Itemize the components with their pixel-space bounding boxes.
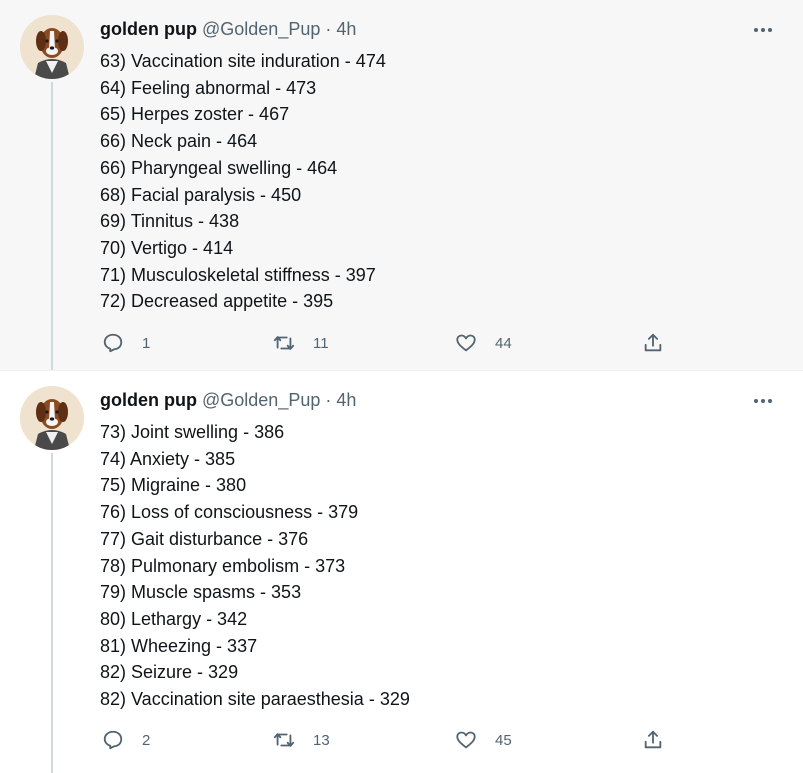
list-item: 81) Wheezing - 337 bbox=[100, 635, 258, 656]
reply-button[interactable]: 1 bbox=[102, 330, 150, 356]
heart-icon bbox=[456, 731, 476, 749]
list-item: 80) Lethargy - 342 bbox=[100, 608, 248, 629]
retweet-count: 13 bbox=[313, 731, 330, 749]
list-item: 73) Joint swelling - 386 bbox=[100, 422, 285, 442]
list-item: 79) Muscle spasms - 353 bbox=[100, 582, 302, 603]
heart-icon bbox=[456, 334, 476, 352]
display-name[interactable]: golden pup bbox=[100, 390, 197, 410]
avatar[interactable] bbox=[20, 15, 84, 79]
list-item: 75) Migraine - 380 bbox=[100, 475, 247, 496]
list-item: 64) Feeling abnormal - 473 bbox=[100, 77, 317, 98]
like-count: 45 bbox=[495, 731, 512, 749]
list-item: 68) Facial paralysis - 450 bbox=[100, 184, 302, 205]
reply-count: 1 bbox=[142, 334, 151, 352]
reply-icon bbox=[103, 730, 123, 750]
list-item: 65) Herpes zoster - 467 bbox=[100, 104, 290, 125]
tweet[interactable]: golden pup @Golden_Pup · 4h 63) Vaccinat… bbox=[0, 0, 803, 370]
list-item: 78) Pulmonary embolism - 373 bbox=[100, 555, 346, 576]
action-bar: 1 11 44 bbox=[100, 330, 680, 356]
retweet-button[interactable]: 11 bbox=[273, 330, 329, 356]
action-bar: 2 13 45 bbox=[100, 727, 680, 753]
retweet-icon bbox=[273, 336, 295, 350]
reply-button[interactable]: 2 bbox=[102, 727, 150, 753]
avatar[interactable] bbox=[20, 386, 84, 450]
thread-line bbox=[51, 82, 53, 370]
list-item: 63) Vaccination site induration - 474 bbox=[100, 51, 386, 71]
reply-count: 2 bbox=[142, 731, 151, 749]
user-handle[interactable]: @Golden_Pup bbox=[202, 19, 320, 39]
retweet-button[interactable]: 13 bbox=[273, 727, 330, 753]
list-item: 77) Gait disturbance - 376 bbox=[100, 528, 309, 549]
like-button[interactable]: 45 bbox=[455, 727, 512, 753]
timestamp[interactable]: 4h bbox=[336, 19, 356, 39]
list-item: 66) Neck pain - 464 bbox=[100, 131, 258, 152]
like-count: 44 bbox=[495, 334, 512, 352]
list-item: 76) Loss of consciousness - 379 bbox=[100, 502, 359, 523]
tweet-text: 63) Vaccination site induration - 474 64… bbox=[100, 48, 386, 315]
tweet-header: golden pup @Golden_Pup · 4h bbox=[100, 18, 356, 40]
share-icon bbox=[644, 333, 662, 352]
retweet-icon bbox=[273, 733, 295, 747]
share-button[interactable] bbox=[642, 727, 664, 753]
list-item: 82) Vaccination site paraesthesia - 329 bbox=[100, 689, 410, 710]
user-handle[interactable]: @Golden_Pup bbox=[202, 390, 320, 410]
more-horizontal-icon[interactable] bbox=[751, 18, 775, 42]
tweet-header: golden pup @Golden_Pup · 4h bbox=[100, 389, 356, 411]
list-item: 72) Decreased appetite - 395 bbox=[100, 291, 334, 312]
share-button[interactable] bbox=[642, 330, 664, 356]
separator-dot: · bbox=[325, 19, 332, 39]
list-item: 69) Tinnitus - 438 bbox=[100, 211, 240, 232]
tweet-text: 73) Joint swelling - 386 74) Anxiety - 3… bbox=[100, 419, 410, 713]
display-name[interactable]: golden pup bbox=[100, 19, 197, 39]
thread-line bbox=[51, 453, 53, 773]
list-item: 82) Seizure - 329 bbox=[100, 662, 239, 683]
list-item: 74) Anxiety - 385 bbox=[100, 448, 236, 469]
separator-dot: · bbox=[325, 390, 332, 410]
list-item: 70) Vertigo - 414 bbox=[100, 237, 234, 258]
share-icon bbox=[644, 730, 662, 749]
timestamp[interactable]: 4h bbox=[336, 390, 356, 410]
retweet-count: 11 bbox=[313, 334, 329, 352]
like-button[interactable]: 44 bbox=[455, 330, 512, 356]
tweet[interactable]: golden pup @Golden_Pup · 4h 73) Joint sw… bbox=[0, 370, 803, 773]
list-item: 66) Pharyngeal swelling - 464 bbox=[100, 157, 338, 178]
reply-icon bbox=[103, 333, 123, 353]
more-horizontal-icon[interactable] bbox=[751, 389, 775, 413]
list-item: 71) Musculoskeletal stiffness - 397 bbox=[100, 264, 376, 285]
